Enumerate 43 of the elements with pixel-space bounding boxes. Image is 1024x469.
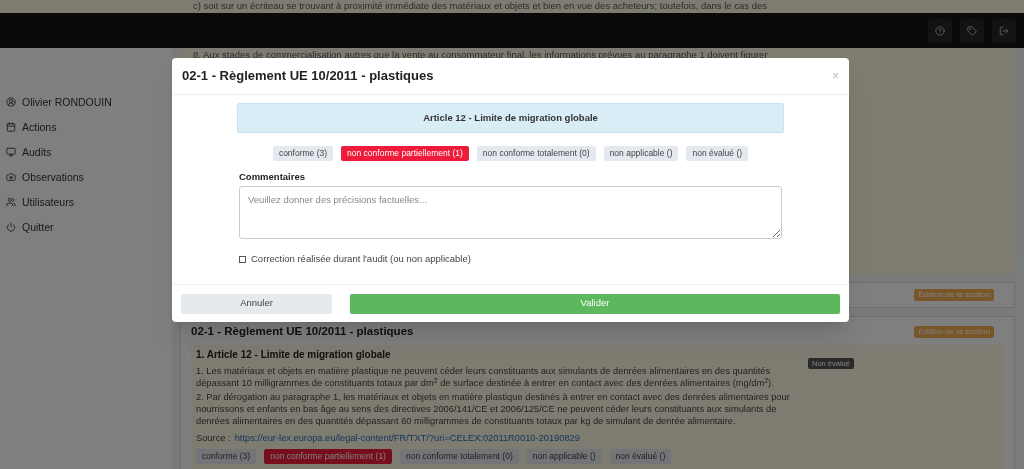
rating-option[interactable]: non conforme partiellement (1) (264, 449, 392, 465)
submit-button[interactable]: Valider (350, 293, 840, 314)
sidebar-item[interactable]: Actions (6, 119, 172, 135)
rating-option[interactable]: non évalué () (609, 449, 672, 465)
logout-button[interactable] (992, 18, 1016, 43)
cancel-button[interactable]: Annuler (181, 293, 332, 314)
sidebar-item[interactable]: Observations (6, 169, 172, 185)
tag-button[interactable] (960, 18, 984, 43)
calendar-icon (6, 122, 16, 132)
source-link[interactable]: https://eur-lex.europa.eu/legal-content/FR/TXT/?uri=CELEX:02011R0010-20190829 (234, 432, 580, 445)
rating-option[interactable]: non conforme totalement (0) (476, 146, 596, 161)
article-banner: Article 12 - Limite de migration globale (237, 103, 784, 133)
users-icon (6, 197, 16, 207)
tag-icon (967, 25, 977, 36)
rating-option[interactable]: non applicable () (526, 449, 602, 465)
rating-option[interactable]: non applicable () (603, 146, 679, 161)
article-paragraph: 2. Par dérogation au paragraphe 1, les matériaux et objets en matière plastique destinés à entrer en contact avec des denrées alimentaires pour nourrissons et enfants en bas âge au sens des directives 2006/141/CE et 2006/125/CE ne peuvent céder leurs constituants aux simulants de denrées alimentaires en des quantités dépassant 60 milligrammes de constituants totaux par kg de simulant de denrée alimentaire. (196, 391, 791, 428)
article-title: 1. Article 12 - Limite de migration globale (196, 349, 392, 361)
camera-icon (6, 172, 16, 182)
monitor-icon (6, 147, 16, 157)
section-title: 02-1 - Règlement UE 10/2011 - plastiques (191, 324, 414, 339)
checkbox-label: Correction réalisée durant l'audit (ou non applicable) (251, 252, 471, 266)
help-button[interactable] (928, 18, 952, 43)
power-icon (6, 222, 16, 232)
sidebar-item[interactable]: Quitter (6, 219, 172, 235)
user-icon (6, 97, 16, 107)
sidebar-item[interactable]: Utilisateurs (6, 194, 172, 210)
source-label: Source : (196, 432, 231, 445)
help-icon (935, 25, 945, 36)
rating-option[interactable]: non conforme totalement (0) (399, 449, 519, 465)
comments-field[interactable]: Veuillez donner des précisions factuelles... (239, 186, 782, 239)
rating-option[interactable]: non évalué () (686, 146, 749, 161)
sidebar-item[interactable]: Olivier RONDOUIN (6, 94, 172, 110)
rating-option[interactable]: conforme (3) (272, 146, 334, 161)
comments-label: Commentaires (239, 170, 306, 184)
sidebar-item[interactable]: Audits (6, 144, 172, 160)
rating-option[interactable]: conforme (3) (196, 449, 257, 465)
rating-option[interactable]: non conforme partiellement (1) (341, 146, 469, 161)
logout-icon (999, 25, 1009, 36)
article-text: c) soit sur un écriteau se trouvant à proximité immédiate des matériaux et objets et bien en vue des acheteurs; toutefois, dans le cas des (193, 0, 768, 11)
checkbox[interactable] (239, 255, 246, 263)
article-paragraph: 1. Les matériaux et objets en matière plastique ne peuvent céder leurs constituants aux simulants de denrées alimentaires en des quantités dépassant 10 milligrammes de constituants totaux par dm$^{2}$ de surface destinée à entrer en contact avec des denrées alimentaires (mg/dm$^{2}$). (196, 365, 775, 390)
dialog-title: 02-1 - Règlement UE 10/2011 - plastiques (182, 67, 434, 86)
